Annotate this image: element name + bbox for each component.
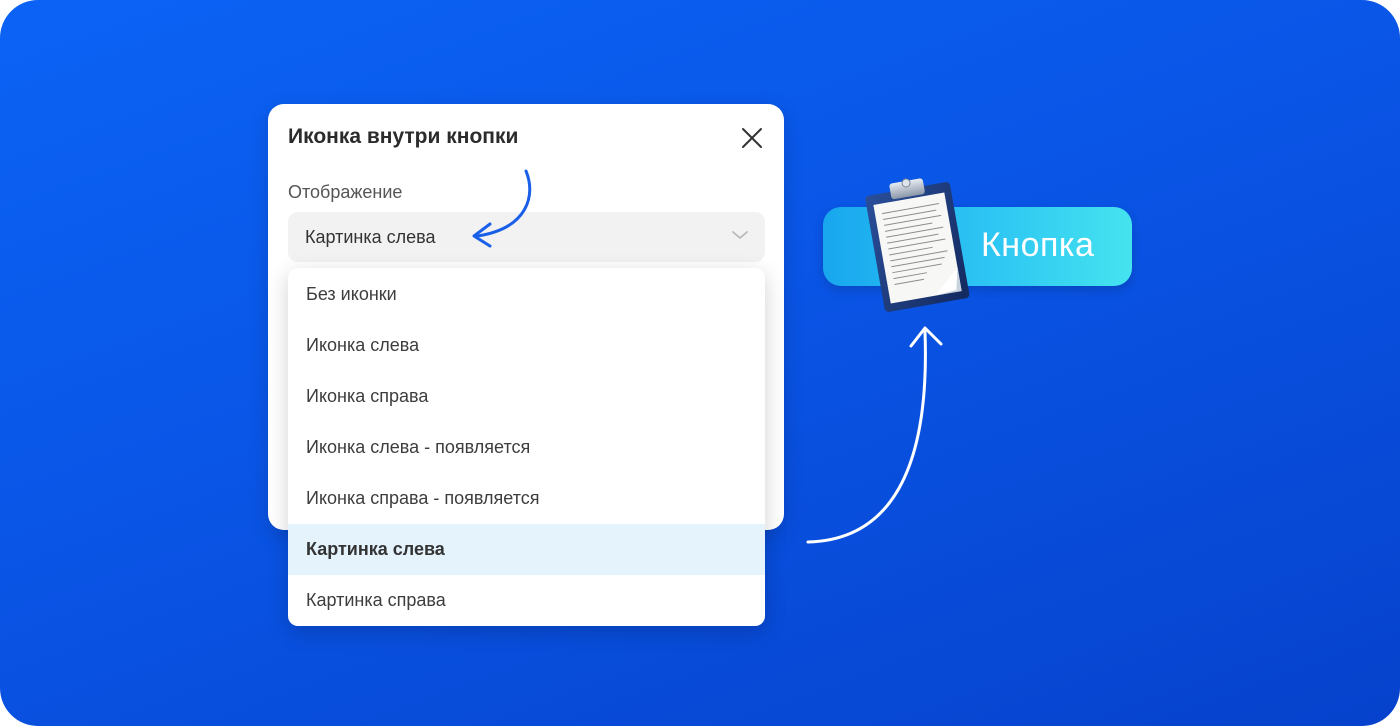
white-annotation-arrow xyxy=(806,330,927,544)
background-canvas: Иконка внутри кнопки Отображение Картинк… xyxy=(0,0,1400,726)
annotation-arrows xyxy=(472,169,943,544)
